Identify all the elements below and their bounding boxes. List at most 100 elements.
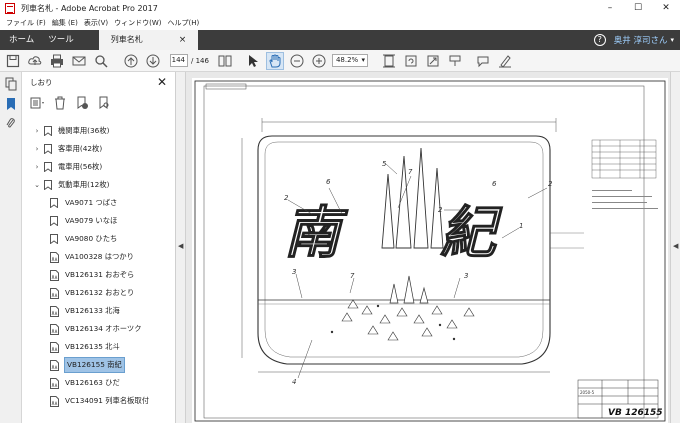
menu-window[interactable]: ウィンドウ(W)	[114, 18, 161, 28]
save-icon[interactable]	[4, 52, 22, 70]
bookmark-child[interactable]: VA9071 つばさ	[22, 194, 176, 212]
bookmark-child[interactable]: VB126135 北斗	[22, 338, 176, 356]
delete-bookmark-icon[interactable]	[52, 95, 68, 111]
menu-edit[interactable]: 編集 (E)	[52, 18, 78, 28]
bookmark-child[interactable]: VB126155 南紀	[22, 356, 176, 374]
navigation-rail	[0, 72, 22, 423]
leader-6-left: 6	[326, 178, 331, 186]
new-bookmark-icon[interactable]	[74, 95, 90, 111]
select-cursor-icon[interactable]	[244, 52, 262, 70]
expand-arrow-right-icon[interactable]: ›	[32, 163, 42, 171]
expand-arrow-down-icon[interactable]: ⌄	[32, 181, 42, 189]
bookmark-group-2[interactable]: › 電車用(56枚)	[22, 158, 176, 176]
help-icon[interactable]: ?	[593, 34, 606, 46]
expand-arrow-right-icon[interactable]: ›	[32, 145, 42, 153]
bookmark-child-label: VB126135 北斗	[65, 342, 120, 351]
search-icon[interactable]	[92, 52, 110, 70]
next-page-icon[interactable]	[144, 52, 162, 70]
options-menu-icon[interactable]	[30, 95, 46, 111]
comment-icon[interactable]	[474, 52, 492, 70]
bookmark-group-3[interactable]: ⌄ 気動車用(12枚)	[22, 176, 176, 194]
leader-3-right: 3	[464, 272, 468, 280]
bookmark-child[interactable]: VC134091 列車名板取付	[22, 392, 176, 410]
page-bookmark-icon	[50, 359, 59, 371]
print-icon[interactable]	[48, 52, 66, 70]
bookmark-icon	[50, 233, 59, 245]
zoom-out-icon[interactable]	[288, 52, 306, 70]
bookmark-child[interactable]: VB126131 おおぞら	[22, 266, 176, 284]
bookmark-group-1[interactable]: › 客車用(42枚)	[22, 140, 176, 158]
bookmark-child[interactable]: VB126132 おおとり	[22, 284, 176, 302]
bookmarks-icon[interactable]	[3, 96, 19, 112]
page-view-icon[interactable]	[216, 52, 234, 70]
expand-right-icon[interactable]: ◀	[673, 242, 678, 250]
bookmark-child[interactable]: VA9080 ひたち	[22, 230, 176, 248]
close-panel-icon[interactable]: ✕	[157, 76, 167, 88]
bookmark-child[interactable]: VB126163 ひだ	[22, 374, 176, 392]
collapse-left-icon[interactable]: ◀	[178, 242, 183, 250]
bookmark-child[interactable]: VB126134 オホーツク	[22, 320, 176, 338]
user-menu-caret[interactable]: ▾	[670, 36, 674, 44]
panel-splitter[interactable]: ◀	[176, 72, 186, 423]
bookmark-child[interactable]: VA9079 いなほ	[22, 212, 176, 230]
user-name[interactable]: 奥井 淳司さん	[614, 34, 668, 46]
page-bookmark-icon	[50, 341, 59, 353]
menu-help[interactable]: ヘルプ(H)	[168, 18, 200, 28]
bookmark-icon	[50, 197, 59, 209]
bookmark-group-0[interactable]: › 機関車用(36枚)	[22, 122, 176, 140]
tab-tools[interactable]: ツール	[41, 30, 81, 50]
minimize-button[interactable]: –	[596, 0, 624, 16]
upload-cloud-icon[interactable]	[26, 52, 44, 70]
highlight-icon[interactable]	[446, 52, 464, 70]
drawing-number: VB 126155	[608, 408, 663, 418]
bookmark-child-label: VA100328 はつかり	[65, 252, 134, 261]
leader-4: 4	[292, 378, 296, 386]
hand-tool-icon[interactable]	[265, 51, 284, 70]
expand-arrow-right-icon[interactable]: ›	[32, 127, 42, 135]
page-bookmark-icon	[50, 251, 59, 263]
page-fit-icon[interactable]	[380, 52, 398, 70]
current-page-input[interactable]: 144	[170, 54, 188, 67]
tab-home[interactable]: ホーム	[2, 30, 41, 50]
previous-page-icon[interactable]	[122, 52, 140, 70]
leader-2-right: 2	[548, 180, 553, 188]
bookmark-icon	[44, 162, 52, 173]
bookmark-child-label: VB126134 オホーツク	[65, 324, 142, 333]
leader-2-center: 2	[438, 206, 443, 214]
attachments-icon[interactable]	[3, 116, 19, 132]
pen-icon[interactable]	[496, 52, 514, 70]
right-pane-handle[interactable]: ◀	[670, 72, 680, 423]
menu-file[interactable]: ファイル (F)	[6, 18, 46, 28]
bookmark-label: 客車用(42枚)	[58, 144, 103, 153]
leader-7-top: 7	[408, 168, 413, 176]
zoom-select[interactable]: 48.2%	[331, 54, 368, 67]
bookmark-icon	[44, 144, 52, 155]
bookmark-child-label: VB126132 おおとり	[65, 288, 135, 297]
page-bookmark-icon	[50, 269, 59, 281]
find-bookmark-icon[interactable]	[96, 95, 112, 111]
menu-bar: ファイル (F) 編集 (E) 表示(V) ウィンドウ(W) ヘルプ(H)	[0, 16, 680, 30]
leader-6-right: 6	[492, 180, 497, 188]
bookmark-child[interactable]: VA100328 はつかり	[22, 248, 176, 266]
main-toolbar: 144 / 146 48.2%	[0, 50, 680, 72]
bookmark-child-label: VA9079 いなほ	[65, 216, 118, 225]
maximize-button[interactable]: ☐	[624, 0, 652, 16]
bookmark-icon	[44, 126, 52, 137]
bookmark-child-label: VB126133 北海	[65, 306, 120, 315]
full-screen-icon[interactable]	[424, 52, 442, 70]
total-pages: / 146	[191, 56, 209, 65]
tab-document[interactable]: 列車名札 ×	[98, 30, 199, 50]
bookmark-tools	[22, 92, 175, 114]
leader-7-bottom: 7	[350, 272, 355, 280]
menu-view[interactable]: 表示(V)	[84, 18, 108, 28]
rotate-icon[interactable]	[402, 52, 420, 70]
tab-bar: ホーム ツール 列車名札 × ? 奥井 淳司さん ▾	[0, 30, 680, 50]
bookmark-child-label: VC134091 列車名板取付	[65, 396, 150, 405]
tab-close-icon[interactable]: ×	[179, 30, 187, 50]
zoom-in-icon[interactable]	[310, 52, 328, 70]
page-thumbnails-icon[interactable]	[3, 76, 19, 92]
close-window-button[interactable]: ✕	[652, 0, 680, 16]
email-icon[interactable]	[70, 52, 88, 70]
page-bookmark-icon	[50, 305, 59, 317]
bookmark-child[interactable]: VB126133 北海	[22, 302, 176, 320]
